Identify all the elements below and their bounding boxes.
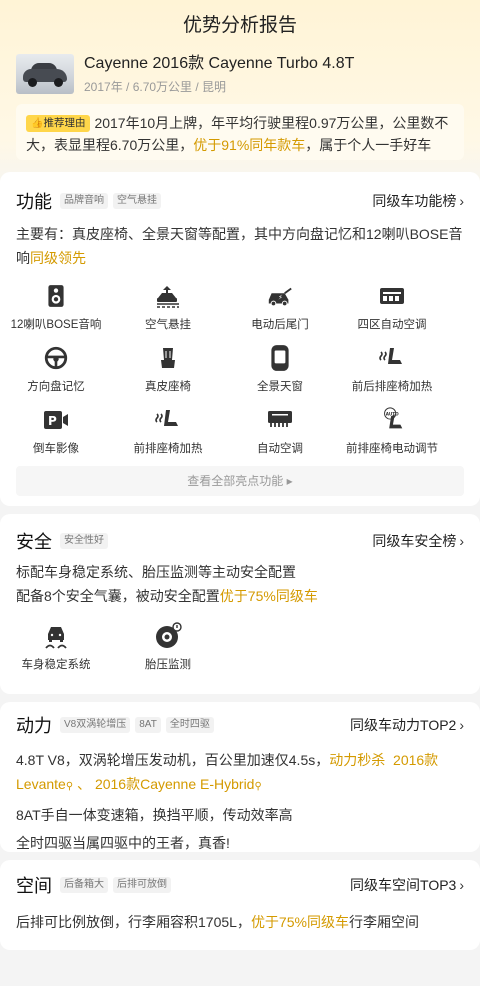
power-line1: 4.8T V8，双涡轮增压发动机，百公里加速仅4.5s，动力秒杀 2016款 L…: [16, 752, 439, 792]
chevron-right-icon: ›: [459, 193, 464, 209]
safety-line2: 配备8个安全气囊，被动安全配置优于75%同级车: [16, 588, 318, 604]
leather-seat-icon: [154, 344, 182, 372]
feature-label: 全景天窗: [257, 381, 303, 393]
features-card: 功能 品牌音响 空气悬挂 同级车功能榜 › 主要有：真皮座椅、全景天窗等配置，其中…: [0, 172, 480, 506]
thumbs-up-icon: 👍: [31, 118, 44, 129]
search-icon: ⚲: [254, 781, 262, 792]
feature-item[interactable]: AUTO 前排座椅电动调节: [336, 406, 448, 460]
feature-item[interactable]: 真皮座椅: [112, 344, 224, 398]
feature-label: 四区自动空调: [357, 319, 427, 331]
feature-item[interactable]: 方向盘记忆: [0, 344, 112, 398]
chevron-right-icon: ›: [459, 717, 464, 733]
car-thumbnail[interactable]: [16, 54, 74, 94]
feature-item[interactable]: ⚡ 电动后尾门: [224, 282, 336, 336]
feature-label: 空气悬挂: [145, 319, 191, 331]
feature-label: 12喇叭BOSE音响: [10, 319, 102, 331]
chevron-right-icon: ›: [459, 877, 464, 893]
feature-label: 自动空调: [257, 443, 303, 455]
sunroof-icon: [266, 344, 294, 372]
tag: 8AT: [135, 717, 161, 733]
reverse-camera-icon: P: [42, 406, 70, 434]
svg-text:AUTO: AUTO: [386, 411, 399, 416]
feature-item[interactable]: 前后排座椅加热: [336, 344, 448, 398]
triangle-right-icon: ▸: [286, 474, 293, 488]
auto-ac-icon: [266, 406, 294, 434]
feature-label: 电动后尾门: [251, 319, 309, 331]
power-line2: 8AT手自一体变速箱，换挡平顺，传动效率高: [16, 807, 293, 823]
space-card: 空间 后备箱大 后排可放倒 同级车空间TOP3 › 后排可比例放倒，行李厢容积17…: [0, 860, 480, 950]
space-rank-link[interactable]: 同级车空间TOP3 ›: [350, 875, 464, 895]
view-all-features-button[interactable]: 查看全部亮点功能 ▸: [16, 466, 464, 496]
space-line1: 后排可比例放倒，行李厢容积1705L，优于75%同级车行李厢空间: [16, 914, 419, 930]
feature-label: 前排座椅加热: [133, 443, 203, 455]
section-title: 安全: [16, 532, 52, 552]
car-name: Cayenne 2016款 Cayenne Turbo 4.8T: [84, 54, 355, 72]
auto-seat-icon: AUTO: [378, 406, 406, 434]
features-rank-link[interactable]: 同级车功能榜 ›: [372, 191, 464, 211]
section-title: 空间: [16, 876, 52, 896]
feature-item[interactable]: 前排座椅加热: [112, 406, 224, 460]
recommend-text-tail: ，属于个人一手好车: [305, 137, 432, 153]
feature-label: 倒车影像: [33, 443, 79, 455]
safety-feature-label: 胎压监测: [145, 659, 191, 671]
car-header: Cayenne 2016款 Cayenne Turbo 4.8T 2017年 /…: [16, 52, 464, 96]
car-meta: 2017年 / 6.70万公里 / 昆明: [84, 79, 227, 94]
feature-item[interactable]: 空气悬挂: [112, 282, 224, 336]
search-icon: ⚲: [65, 781, 74, 792]
features-desc: 主要有：真皮座椅、全景天窗等配置，其中方向盘记忆和12喇叭BOSE音响同级领先: [16, 226, 463, 266]
feature-label: 方向盘记忆: [27, 381, 85, 393]
tag: 空气悬挂: [113, 193, 161, 209]
power-card: 动力 V8双涡轮增压 8AT 全时四驱 同级车动力TOP2 › 4.8T V8，双…: [0, 702, 480, 852]
speaker-icon: [42, 282, 70, 310]
feature-item[interactable]: 自动空调: [224, 406, 336, 460]
safety-line1: 标配车身稳定系统、胎压监测等主动安全配置: [16, 564, 296, 580]
tire-pressure-icon: [154, 622, 182, 650]
feature-label: 真皮座椅: [145, 381, 191, 393]
svg-text:⚡: ⚡: [278, 294, 283, 302]
chevron-right-icon: ›: [459, 533, 464, 549]
feature-item[interactable]: 四区自动空调: [336, 282, 448, 336]
air-suspension-icon: [154, 282, 182, 310]
tag: V8双涡轮增压: [60, 717, 131, 733]
page-title: 优势分析报告: [182, 15, 297, 36]
svg-text:P: P: [48, 414, 57, 428]
safety-grid: 车身稳定系统 胎压监测: [0, 622, 464, 676]
cayenne-hybrid-link[interactable]: 2016款Cayenne E-Hybrid⚲: [95, 776, 262, 792]
steering-wheel-icon: [42, 344, 70, 372]
feature-item[interactable]: 12喇叭BOSE音响: [0, 282, 112, 336]
tag: 安全性好: [60, 533, 108, 549]
recommend-badge: 👍推荐理由: [26, 115, 91, 132]
tag: 后备箱大: [60, 877, 108, 893]
safety-feature-item[interactable]: 胎压监测: [112, 622, 224, 676]
section-title: 功能: [16, 192, 52, 212]
safety-feature-label: 车身稳定系统: [21, 659, 91, 671]
power-rank-link[interactable]: 同级车动力TOP2 ›: [350, 715, 464, 735]
climate-icon: [378, 282, 406, 310]
feature-item[interactable]: 全景天窗: [224, 344, 336, 398]
power-tailgate-icon: ⚡: [266, 282, 294, 310]
seat-heating-icon: [378, 344, 406, 372]
feature-item[interactable]: P 倒车影像: [0, 406, 112, 460]
tag: 后排可放倒: [113, 877, 171, 893]
safety-feature-item[interactable]: 车身稳定系统: [0, 622, 112, 676]
stability-icon: [42, 622, 70, 650]
tag: 全时四驱: [165, 717, 214, 733]
recommend-box: 👍推荐理由 2017年10月上牌，年平均行驶里程0.97万公里，公里数不大，表显里…: [16, 104, 464, 160]
features-grid: 12喇叭BOSE音响 空气悬挂 ⚡ 电动后尾门 四区自动空调 方向盘记忆 真皮座椅 全景天窗前…: [0, 282, 464, 460]
recommend-highlight: 优于91%同年款车: [193, 137, 306, 153]
feature-label: 前排座椅电动调节: [346, 443, 438, 455]
feature-label: 前后排座椅加热: [351, 381, 433, 393]
safety-card: 安全 安全性好 同级车安全榜 › 标配车身稳定系统、胎压监测等主动安全配置 配备8…: [0, 514, 480, 694]
section-title: 动力: [16, 716, 52, 736]
seat-heating-icon: [154, 406, 182, 434]
safety-rank-link[interactable]: 同级车安全榜 ›: [372, 531, 464, 551]
tag: 品牌音响: [60, 193, 108, 209]
